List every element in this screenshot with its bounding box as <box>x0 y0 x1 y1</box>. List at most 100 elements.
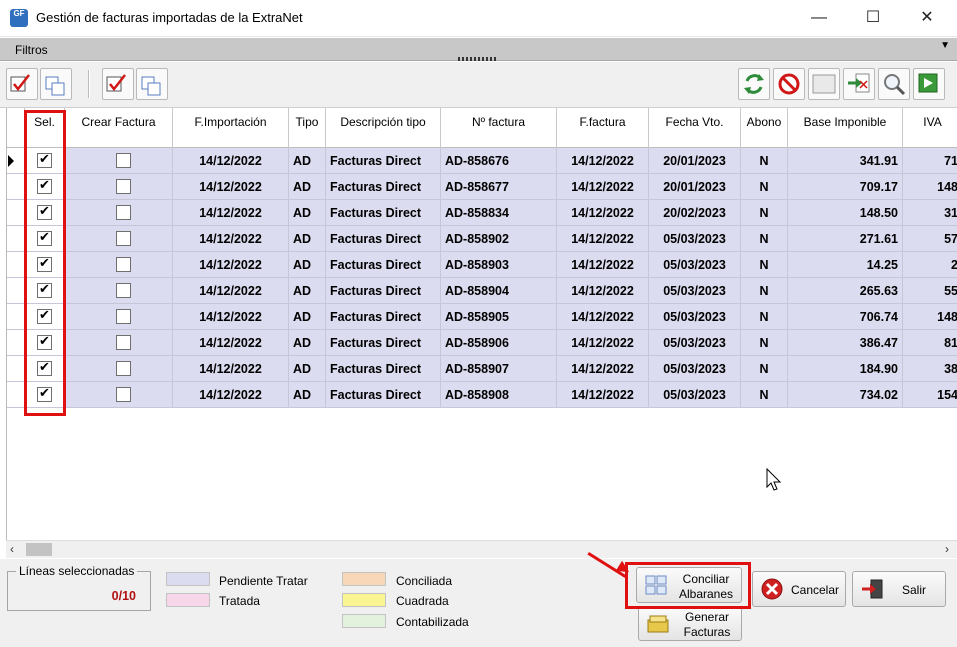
cell-tipo[interactable]: AD <box>289 252 326 278</box>
cell-iva[interactable]: 81 <box>903 330 957 356</box>
cell-abono[interactable]: N <box>741 330 788 356</box>
crear-factura-checkbox[interactable] <box>116 361 131 376</box>
cell-numero-factura[interactable]: AD-858905 <box>441 304 557 330</box>
cancel-filter-button[interactable] <box>773 68 805 100</box>
refresh-button[interactable] <box>738 68 770 100</box>
table-row[interactable]: ✔ 14/12/2022 AD Facturas Direct AD-858676 14/… <box>7 148 957 174</box>
cell-abono[interactable]: N <box>741 356 788 382</box>
cell-base-imponible[interactable]: 734.02 <box>788 382 903 408</box>
cancelar-button[interactable]: Cancelar <box>752 571 846 607</box>
row-indicator[interactable] <box>7 174 25 200</box>
cell-abono[interactable]: N <box>741 252 788 278</box>
filters-bar[interactable]: Filtros ▼ <box>0 38 957 61</box>
cell-tipo[interactable]: AD <box>289 356 326 382</box>
export-button[interactable] <box>843 68 875 100</box>
row-indicator[interactable] <box>7 304 25 330</box>
cell-numero-factura[interactable]: AD-858906 <box>441 330 557 356</box>
cell-numero-factura[interactable]: AD-858834 <box>441 200 557 226</box>
cell-f-factura[interactable]: 14/12/2022 <box>557 382 649 408</box>
cell-f-importacion[interactable]: 14/12/2022 <box>173 252 289 278</box>
cell-tipo[interactable]: AD <box>289 382 326 408</box>
cell-base-imponible[interactable]: 148.50 <box>788 200 903 226</box>
header-fecha-vto[interactable]: Fecha Vto. <box>649 108 741 148</box>
cell-numero-factura[interactable]: AD-858908 <box>441 382 557 408</box>
crear-factura-checkbox[interactable] <box>116 231 131 246</box>
header-iva[interactable]: IVA <box>903 108 957 148</box>
minimize-button[interactable]: — <box>796 0 842 36</box>
header-f-importacion[interactable]: F.Importación <box>173 108 289 148</box>
cell-abono[interactable]: N <box>741 304 788 330</box>
row-indicator[interactable] <box>7 278 25 304</box>
row-indicator[interactable] <box>7 226 25 252</box>
cell-iva[interactable]: 57 <box>903 226 957 252</box>
cell-iva[interactable]: 2 <box>903 252 957 278</box>
row-indicator[interactable] <box>7 382 25 408</box>
cell-f-factura[interactable]: 14/12/2022 <box>557 174 649 200</box>
row-indicator[interactable] <box>7 330 25 356</box>
horizontal-scrollbar[interactable]: ‹ › <box>6 540 957 558</box>
cell-f-factura[interactable]: 14/12/2022 <box>557 252 649 278</box>
cell-descripcion[interactable]: Facturas Direct <box>326 304 441 330</box>
uncheck-invoice-button[interactable] <box>136 68 168 100</box>
cell-base-imponible[interactable]: 184.90 <box>788 356 903 382</box>
header-base-imponible[interactable]: Base Imponible <box>788 108 903 148</box>
cell-fecha-vto[interactable]: 05/03/2023 <box>649 226 741 252</box>
table-row[interactable]: ✔ 14/12/2022 AD Facturas Direct AD-858904 14/… <box>7 278 957 304</box>
maximize-button[interactable]: ☐ <box>850 0 896 36</box>
table-row[interactable]: ✔ 14/12/2022 AD Facturas Direct AD-858905 14/… <box>7 304 957 330</box>
cell-abono[interactable]: N <box>741 200 788 226</box>
cell-f-importacion[interactable]: 14/12/2022 <box>173 330 289 356</box>
invoice-grid[interactable]: Sel. Crear Factura F.Importación Tipo De… <box>6 108 957 540</box>
cell-fecha-vto[interactable]: 05/03/2023 <box>649 252 741 278</box>
header-descripcion-tipo[interactable]: Descripción tipo <box>326 108 441 148</box>
table-row[interactable]: ✔ 14/12/2022 AD Facturas Direct AD-858677 14/… <box>7 174 957 200</box>
header-numero-factura[interactable]: Nº factura <box>441 108 557 148</box>
cell-f-factura[interactable]: 14/12/2022 <box>557 278 649 304</box>
cell-tipo[interactable]: AD <box>289 200 326 226</box>
crear-factura-checkbox[interactable] <box>116 387 131 402</box>
deselect-all-button[interactable] <box>40 68 72 100</box>
row-indicator[interactable] <box>7 356 25 382</box>
cell-base-imponible[interactable]: 341.91 <box>788 148 903 174</box>
cell-f-factura[interactable]: 14/12/2022 <box>557 304 649 330</box>
cell-f-importacion[interactable]: 14/12/2022 <box>173 148 289 174</box>
crear-factura-checkbox[interactable] <box>116 179 131 194</box>
cell-numero-factura[interactable]: AD-858676 <box>441 148 557 174</box>
cell-tipo[interactable]: AD <box>289 226 326 252</box>
cell-f-importacion[interactable]: 14/12/2022 <box>173 382 289 408</box>
cell-descripcion[interactable]: Facturas Direct <box>326 330 441 356</box>
cell-base-imponible[interactable]: 265.63 <box>788 278 903 304</box>
cell-f-factura[interactable]: 14/12/2022 <box>557 226 649 252</box>
cell-f-importacion[interactable]: 14/12/2022 <box>173 304 289 330</box>
cell-fecha-vto[interactable]: 05/03/2023 <box>649 382 741 408</box>
cell-fecha-vto[interactable]: 05/03/2023 <box>649 330 741 356</box>
cell-descripcion[interactable]: Facturas Direct <box>326 278 441 304</box>
row-indicator[interactable] <box>7 200 25 226</box>
cell-fecha-vto[interactable]: 05/03/2023 <box>649 356 741 382</box>
select-all-button[interactable] <box>6 68 38 100</box>
crear-factura-checkbox[interactable] <box>116 257 131 272</box>
cell-f-factura[interactable]: 14/12/2022 <box>557 356 649 382</box>
table-row[interactable]: ✔ 14/12/2022 AD Facturas Direct AD-858906 14/… <box>7 330 957 356</box>
cell-base-imponible[interactable]: 386.47 <box>788 330 903 356</box>
cell-abono[interactable]: N <box>741 226 788 252</box>
cell-iva[interactable]: 148 <box>903 174 957 200</box>
cell-tipo[interactable]: AD <box>289 330 326 356</box>
cell-fecha-vto[interactable]: 05/03/2023 <box>649 278 741 304</box>
table-row[interactable]: ✔ 14/12/2022 AD Facturas Direct AD-858902 14/… <box>7 226 957 252</box>
crear-factura-checkbox[interactable] <box>116 335 131 350</box>
cell-f-factura[interactable]: 14/12/2022 <box>557 200 649 226</box>
cell-numero-factura[interactable]: AD-858903 <box>441 252 557 278</box>
table-row[interactable]: ✔ 14/12/2022 AD Facturas Direct AD-858834 14/… <box>7 200 957 226</box>
crear-factura-checkbox[interactable] <box>116 309 131 324</box>
crear-factura-checkbox[interactable] <box>116 205 131 220</box>
cell-fecha-vto[interactable]: 05/03/2023 <box>649 304 741 330</box>
table-row[interactable]: ✔ 14/12/2022 AD Facturas Direct AD-858903 14/… <box>7 252 957 278</box>
blank-button[interactable] <box>808 68 840 100</box>
cell-iva[interactable]: 55 <box>903 278 957 304</box>
cell-iva[interactable]: 38 <box>903 356 957 382</box>
table-row[interactable]: ✔ 14/12/2022 AD Facturas Direct AD-858908 14/… <box>7 382 957 408</box>
header-f-factura[interactable]: F.factura <box>557 108 649 148</box>
cell-tipo[interactable]: AD <box>289 278 326 304</box>
crear-factura-checkbox[interactable] <box>116 283 131 298</box>
